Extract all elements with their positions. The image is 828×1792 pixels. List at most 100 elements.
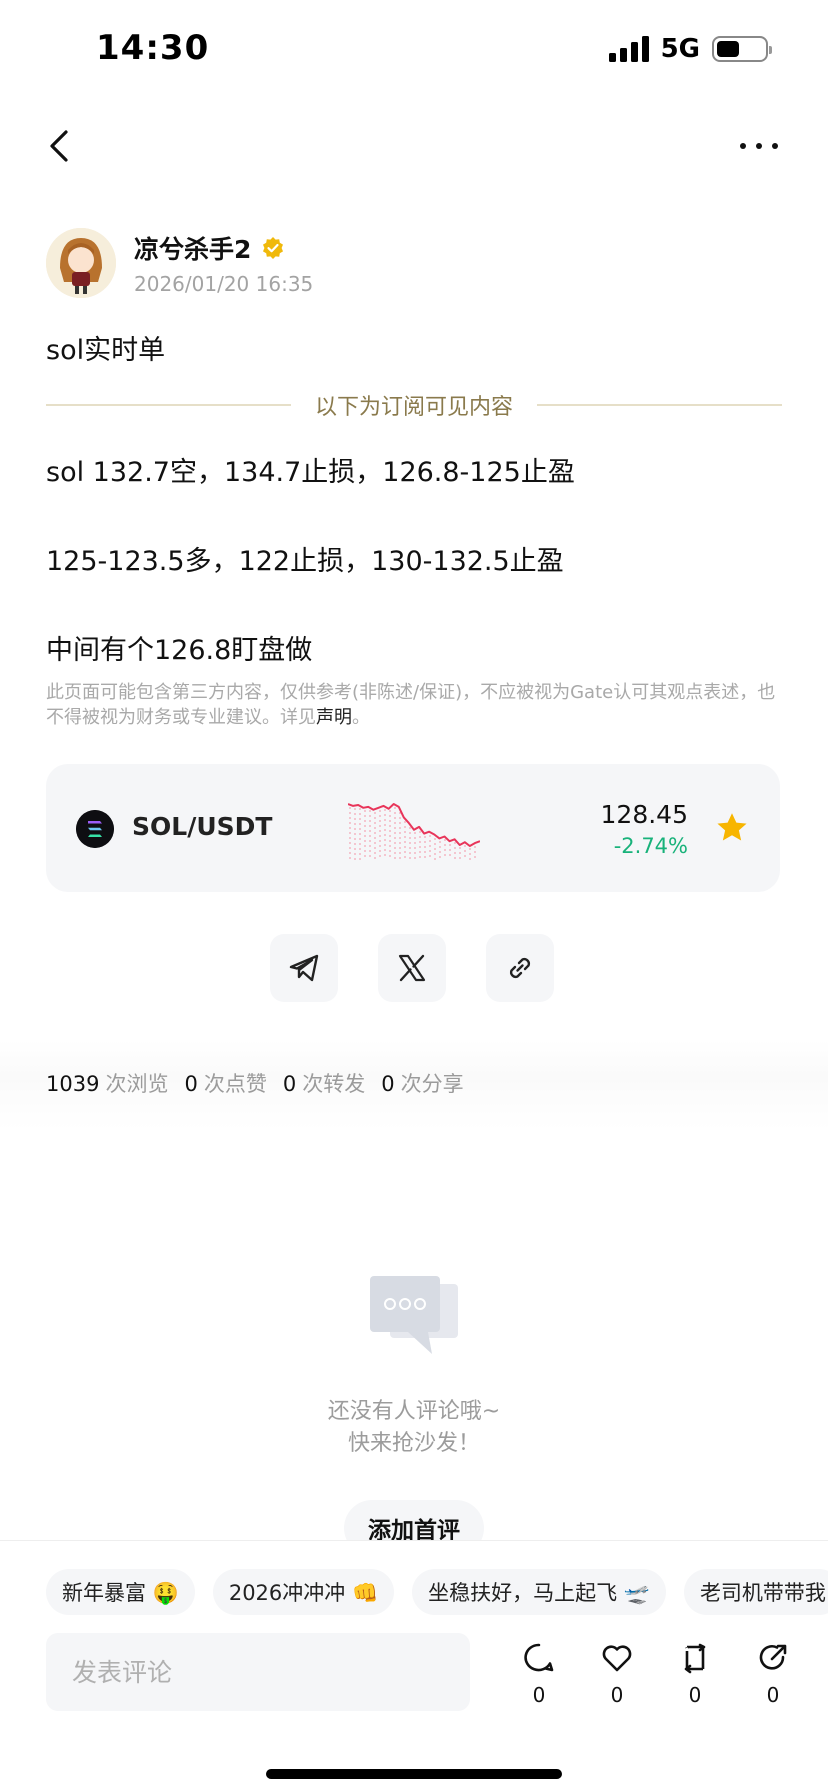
sparkline-fill-dot (354, 838, 356, 840)
sparkline-fill-dot (349, 827, 351, 829)
heart-icon (602, 1645, 632, 1672)
sparkline-fill-dot (349, 847, 351, 849)
quick-reply-chip[interactable]: 2026冲冲冲 👊 (212, 1569, 395, 1615)
sparkline-fill-dot (359, 828, 361, 830)
market-pair: SOL/USDT (132, 812, 273, 841)
shares-stat: 0 次分享 (381, 1068, 463, 1098)
quick-reply-chip[interactable]: 老司机带带我 (683, 1569, 828, 1615)
quick-reply-chips: 新年暴富 🤑 2026冲冲冲 👊 坐稳扶好，马上起飞 🛫 老司机带带我 (46, 1569, 828, 1615)
sparkline-fill-dot (379, 835, 381, 837)
sparkline-line (348, 803, 480, 847)
share-x-button[interactable] (378, 934, 446, 1002)
home-indicator (266, 1769, 562, 1779)
signal-icon (608, 36, 649, 62)
comment-icon (524, 1643, 554, 1672)
sparkline-fill-dot (359, 808, 361, 810)
sparkline-fill-dot (369, 840, 371, 842)
sparkline-fill-dot (454, 842, 456, 844)
sparkline-fill-dot (404, 821, 406, 823)
sparkline-fill-dot (354, 828, 356, 830)
avatar[interactable] (46, 228, 116, 298)
disclaimer-link[interactable]: 声明 (316, 707, 352, 728)
sparkline-fill-dot (374, 822, 376, 824)
sparkline-fill-dot (404, 836, 406, 838)
sparkline-fill-dot (369, 835, 371, 837)
copy-link-button[interactable] (486, 934, 554, 1002)
sparkline-fill-dot (404, 846, 406, 848)
sparkline-fill-dot (349, 817, 351, 819)
sparkline-fill-dot (419, 831, 421, 833)
post-actions: 0 0 0 0 (500, 1641, 812, 1707)
post-title: sol实时单 (46, 335, 166, 366)
quick-reply-chip[interactable]: 坐稳扶好，马上起飞 🛫 (412, 1569, 666, 1615)
sparkline-fill-dot (394, 832, 396, 834)
comment-action[interactable]: 0 (500, 1641, 578, 1707)
market-card[interactable]: SOL/USDT 128.45 -2.74% (46, 764, 780, 892)
sparkline-fill-dot (439, 841, 441, 843)
sparkline-fill-dot (409, 852, 411, 854)
sparkline-fill-dot (404, 856, 406, 858)
empty-line-2: 快来抢沙发！ (347, 1431, 480, 1456)
sparkline-fill-dot (364, 820, 366, 822)
sparkline-fill-dot (349, 812, 351, 814)
sparkline-fill-dot (469, 848, 471, 850)
sparkline-fill-dot (424, 836, 426, 838)
sparkline-fill-dot (374, 812, 376, 814)
sparkline-fill-dot (364, 835, 366, 837)
sparkline-fill-dot (429, 835, 431, 837)
sparkline-fill-dot (454, 852, 456, 854)
share-buttons (270, 934, 554, 1002)
repost-action[interactable]: 0 (656, 1641, 734, 1707)
sparkline-fill-dot (424, 841, 426, 843)
sparkline-fill-dot (409, 842, 411, 844)
sparkline-fill-dot (389, 850, 391, 852)
sparkline-fill-dot (384, 824, 386, 826)
views-label: 次浏览 (105, 1072, 169, 1096)
sparkline-fill-dot (399, 847, 401, 849)
more-horizontal-icon (740, 143, 778, 149)
comment-count: 0 (532, 1683, 546, 1707)
disclaimer-end: 。 (352, 707, 370, 728)
author-name[interactable]: 凉兮杀手2 (134, 230, 251, 266)
top-nav (0, 110, 828, 190)
likes-label: 次点赞 (203, 1072, 267, 1096)
comment-input[interactable] (46, 1633, 470, 1711)
sparkline-fill-dot (384, 814, 386, 816)
sparkline-fill-dot (354, 808, 356, 810)
sparkline-fill-dot (449, 849, 451, 851)
sparkline-fill-dot (354, 858, 356, 860)
sparkline-fill-dot (399, 822, 401, 824)
sparkline-fill-dot (384, 854, 386, 856)
sparkline-fill-dot (349, 842, 351, 844)
sparkline-fill-dot (349, 822, 351, 824)
sparkline-fill-dot (364, 855, 366, 857)
shares-label: 次分享 (400, 1072, 464, 1096)
more-button[interactable] (734, 124, 784, 168)
sparkline-fill-dot (394, 842, 396, 844)
disclaimer: 此页面可能包含第三方内容，仅供参考(非陈述/保证)，不应被视为Gate认可其观点… (46, 680, 776, 730)
share-action[interactable]: 0 (734, 1641, 812, 1707)
share-telegram-button[interactable] (270, 934, 338, 1002)
sparkline-fill-dot (374, 837, 376, 839)
star-icon[interactable] (714, 810, 750, 846)
author-name-row: 凉兮杀手2 (134, 230, 313, 266)
sparkline-fill-dot (404, 841, 406, 843)
reposts-count: 0 (282, 1072, 297, 1096)
quick-reply-chip[interactable]: 新年暴富 🤑 (46, 1569, 195, 1615)
sparkline-fill-dot (384, 834, 386, 836)
like-action[interactable]: 0 (578, 1641, 656, 1707)
sparkline-fill-dot (369, 845, 371, 847)
sparkline-fill-dot (384, 839, 386, 841)
link-icon (509, 957, 531, 979)
sparkline-fill-dot (369, 855, 371, 857)
sparkline-fill-dot (389, 835, 391, 837)
sparkline-fill-dot (459, 847, 461, 849)
sparkline-fill-dot (389, 830, 391, 832)
sparkline-fill-dot (354, 818, 356, 820)
sparkline-fill-dot (409, 832, 411, 834)
network-label: 5G (660, 34, 700, 64)
sparkline-fill-dot (394, 812, 396, 814)
back-button[interactable] (40, 124, 84, 168)
repost-icon (684, 1643, 706, 1674)
sparkline-fill-dot (364, 815, 366, 817)
